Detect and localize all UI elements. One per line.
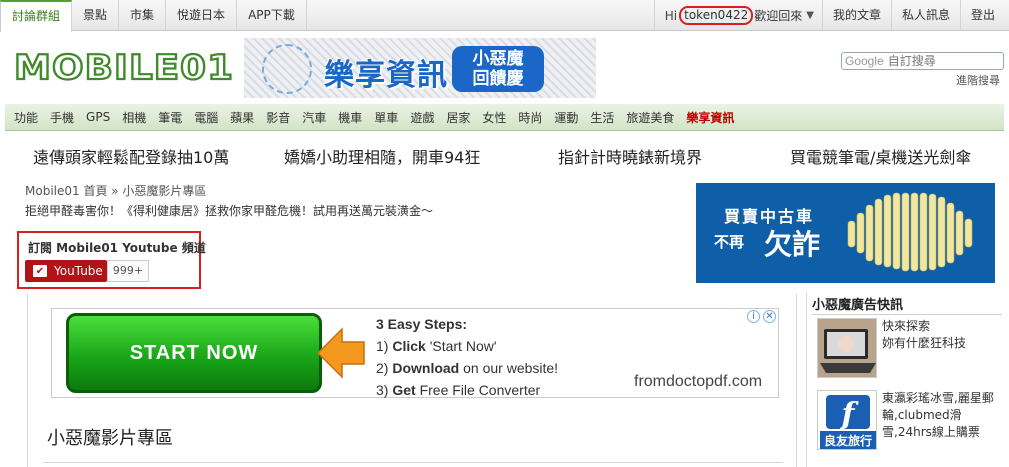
caret-down-icon[interactable]: ▼ (806, 10, 814, 21)
breadcrumb[interactable]: Mobile01 首頁 » 小惡魔影片專區 (25, 182, 206, 199)
promo-link[interactable]: 遠傳頭家輕鬆配登錄抽10萬 (33, 144, 229, 168)
laptop-thumbnail (817, 318, 877, 378)
banner-badge: 小惡魔 回饋慶 (452, 46, 544, 92)
category-item[interactable]: 筆電 (152, 109, 188, 126)
ad-sidebar: 小惡魔廣告快訊 快來探索 妳有什麼狂科技 f 良友旅行 東瀛彩瑤冰雪,麗星郵輪,… (806, 292, 1005, 467)
sidebar-ad-item[interactable]: 快來探索 妳有什麼狂科技 (817, 318, 1003, 382)
tab-forum[interactable]: 討論群組 (0, 0, 73, 32)
category-item[interactable]: 蘋果 (224, 109, 260, 126)
ad-line-2: 不再 (714, 233, 745, 251)
category-item[interactable]: 功能 (8, 109, 44, 126)
steps-title: 3 Easy Steps: (376, 316, 468, 332)
category-item[interactable]: 影音 (260, 109, 296, 126)
travel-agency-logo: f 良友旅行 (817, 390, 877, 450)
featured-link[interactable]: 拒絕甲醛毒害你！《得利健康居》拯救你家甲醛危機！試用再送萬元裝潢金～ (25, 202, 433, 219)
tab-app-download[interactable]: APP下載 (237, 0, 307, 31)
top-bar: 討論群組 景點 市集 悅遊日本 APP下載 Hi token0422 歡迎回來 … (0, 0, 1009, 32)
step-1: 1) Click 'Start Now' (376, 338, 497, 354)
promo-link[interactable]: 買電競筆電/桌機送光劍傘 (790, 144, 971, 168)
sidebar-heading: 小惡魔廣告快訊 (812, 298, 904, 313)
ad-choices[interactable]: i ✕ (747, 310, 776, 323)
logout-link[interactable]: 登出 (961, 0, 1009, 31)
advanced-search-link[interactable]: 進階搜尋 (956, 72, 1000, 88)
promo-link[interactable]: 指針計時曉錶新境界 (558, 144, 702, 168)
tab-japan[interactable]: 悅遊日本 (166, 0, 238, 31)
promo-link[interactable]: 嬌嬌小助理相隨，開車94狂 (284, 144, 480, 168)
search-input[interactable] (887, 54, 998, 68)
private-messages-link[interactable]: 私人訊息 (892, 0, 961, 31)
section-divider (43, 462, 783, 463)
mobile01-logo[interactable]: MOBILE01 (13, 46, 236, 89)
category-item[interactable]: 汽車 (296, 109, 332, 126)
banner-badge-line1: 小惡魔 (472, 49, 524, 69)
ad-line-3: 欠詐 (764, 228, 821, 261)
top-nav: 討論群組 景點 市集 悅遊日本 APP下載 (0, 0, 307, 32)
ad-steps: 3 Easy Steps: 1) Click 'Start Now' 2) Do… (376, 313, 558, 401)
subscriber-count: 999+ (107, 260, 149, 282)
my-articles-link[interactable]: 我的文章 (823, 0, 892, 31)
sidebar-ad-text: 東瀛彩瑤冰雪,麗星郵輪,clubmed滑雪,24hrs線上購票 (882, 391, 994, 439)
sidebar-ad-item[interactable]: f 良友旅行 東瀛彩瑤冰雪,麗星郵輪,clubmed滑雪,24hrs線上購票 (817, 390, 1003, 454)
greeting-hi: Hi (664, 8, 678, 23)
user-bar: Hi token0422 歡迎回來 ▼ 我的文章 私人訊息 登出 (653, 0, 1009, 31)
close-icon[interactable]: ✕ (763, 310, 776, 323)
youtube-button-label: YouTube (54, 264, 103, 278)
start-now-button[interactable]: START NOW (66, 313, 322, 393)
category-item[interactable]: GPS (80, 110, 116, 124)
google-label: Google (845, 54, 884, 68)
category-item[interactable]: 機車 (332, 109, 368, 126)
username: token0422 (679, 6, 754, 25)
tab-spots[interactable]: 景點 (72, 0, 120, 31)
youtube-subscribe-box: 訂閱 Mobile01 Youtube 頻道 ✔ YouTube 999+ (17, 231, 206, 289)
step-2: 2) Download on our website! (376, 360, 559, 376)
category-item[interactable]: 時尚 (512, 109, 548, 126)
check-icon: ✔ (33, 265, 47, 277)
file-converter-ad[interactable]: START NOW 3 Easy Steps: 1) Click 'Start … (51, 308, 779, 398)
section-title: 小惡魔影片專區 (47, 428, 173, 449)
category-item[interactable]: 運動 (548, 109, 584, 126)
ad-domain: fromdoctopdf.com (634, 373, 763, 390)
category-item-highlight[interactable]: 樂享資訊 (680, 109, 740, 126)
user-menu[interactable]: Hi token0422 歡迎回來 ▼ (653, 0, 823, 31)
tab-market[interactable]: 市集 (119, 0, 167, 31)
banner-main-text: 樂享資訊 (324, 58, 448, 93)
promo-row: 遠傳頭家輕鬆配登錄抽10萬 嬌嬌小助理相隨，開車94狂 指針計時曉錶新境界 買電… (0, 140, 1009, 170)
category-item[interactable]: 居家 (440, 109, 476, 126)
category-item[interactable]: 手機 (44, 109, 80, 126)
used-car-ad[interactable]: 買賣中古車 不再 欠詐 (696, 183, 995, 283)
sidebar-divider (812, 314, 1002, 315)
subscribe-title: 訂閱 Mobile01 Youtube 頻道 (28, 241, 206, 255)
arrow-left-icon (316, 327, 365, 379)
step-3: 3) Get Free File Converter (376, 382, 541, 398)
category-item[interactable]: 生活 (584, 109, 620, 126)
banner-badge-line2: 回饋慶 (472, 69, 524, 89)
ad-teeth-graphic (847, 192, 973, 272)
info-icon[interactable]: i (747, 310, 760, 323)
category-item[interactable]: 單車 (368, 109, 404, 126)
youtube-subscribe-button[interactable]: ✔ YouTube (25, 260, 107, 282)
category-bar: 功能 手機 GPS 相機 筆電 電腦 蘋果 影音 汽車 機車 單車 遊戲 居家 … (5, 104, 1004, 131)
banner-decoration (262, 44, 312, 94)
header-banner-ad[interactable]: 樂享資訊 小惡魔 回饋慶 (244, 38, 596, 98)
category-item[interactable]: 女性 (476, 109, 512, 126)
category-item[interactable]: 電腦 (188, 109, 224, 126)
category-item[interactable]: 相機 (116, 109, 152, 126)
travel-agency-label: 良友旅行 (824, 433, 872, 448)
sidebar-ad-text: 快來探索 妳有什麼狂科技 (882, 319, 967, 350)
category-item[interactable]: 遊戲 (404, 109, 440, 126)
category-item[interactable]: 旅遊美食 (620, 109, 680, 126)
welcome-text: 歡迎回來 (754, 9, 803, 23)
google-search: Google (841, 52, 1004, 70)
logo-text: MOBILE01 (14, 48, 234, 88)
